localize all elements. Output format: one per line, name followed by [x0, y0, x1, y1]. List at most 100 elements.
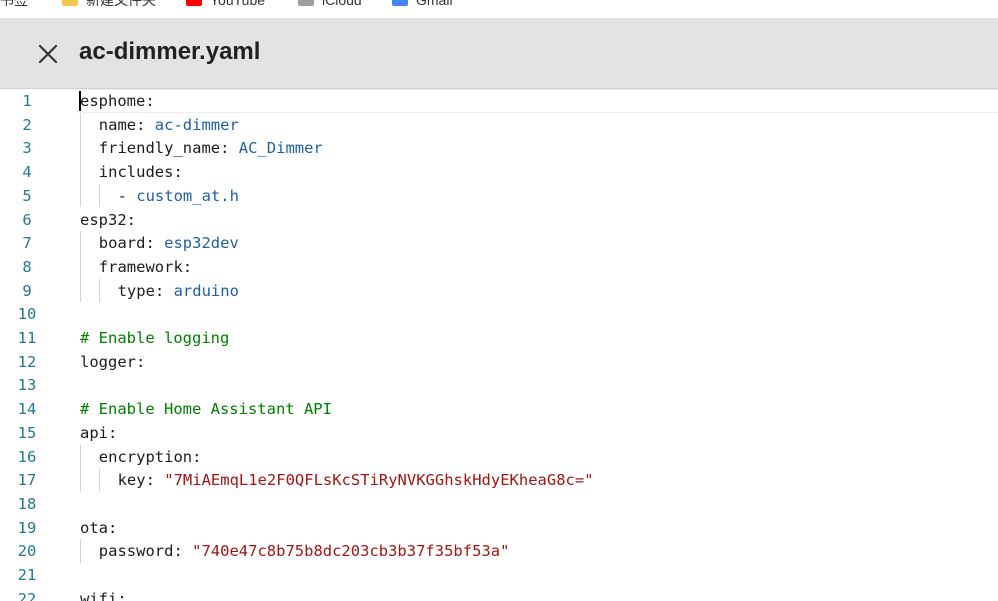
- line-content: includes:: [99, 160, 183, 184]
- yaml-key: friendly_name:: [98, 139, 239, 158]
- yaml-key: board:: [98, 234, 165, 253]
- yaml-key: esp32:: [80, 210, 136, 229]
- bookmark-item[interactable]: iCloud: [298, 0, 362, 9]
- yaml-key: name:: [98, 115, 155, 134]
- line-number: 12: [17, 352, 37, 371]
- code-line: 20 password: "740e47c8b75b8dc203cb3b37f35…: [0, 539, 998, 563]
- yaml-key: api:: [80, 423, 118, 442]
- line-number: 1: [22, 92, 32, 110]
- yaml-key: encryption:: [98, 447, 202, 466]
- line-number: 16: [17, 447, 37, 466]
- close-button[interactable]: [34, 40, 62, 68]
- bookmark-label: YouTube: [210, 0, 266, 8]
- indent-guide: [80, 444, 81, 469]
- code-line: 15 api:: [0, 421, 998, 445]
- code-line: 12 logger:: [0, 350, 998, 374]
- indent-guide: [98, 183, 100, 208]
- line-content: encryption:: [99, 445, 202, 469]
- line-content: board: esp32dev: [99, 231, 239, 255]
- indent-guide: [98, 468, 100, 492]
- code-line: 7 board: esp32dev: [0, 231, 998, 255]
- indent-guide: [80, 183, 81, 208]
- code-line: 8 framework:: [0, 255, 998, 279]
- line-number: 10: [17, 305, 37, 324]
- indent-guide: [80, 468, 81, 492]
- yaml-value: "7MiAEmqL1e2F0QFLsKcSTiRyNVKGGhskHdyEKhe…: [164, 471, 594, 490]
- code-line: 3 friendly_name: AC_Dimmer: [0, 136, 998, 160]
- line-number: 4: [22, 163, 32, 182]
- line-number: 3: [22, 139, 32, 158]
- editor-header: ac-dimmer.yaml: [0, 19, 998, 89]
- line-number: 8: [22, 257, 32, 276]
- line-number: 14: [17, 400, 37, 419]
- line-content: framework:: [99, 255, 192, 279]
- code-line: 17 key: "7MiAEmqL1e2F0QFLsKcSTiRyNVKGGhsk…: [0, 468, 998, 492]
- code-line: 5 - custom_at.h: [0, 184, 998, 208]
- code-line: 21: [0, 563, 998, 587]
- line-content: # Enable logging: [80, 326, 229, 350]
- bookmarks-bar: 书签 新建文件夹 YouTube iCloud Gmail: [0, 0, 998, 19]
- line-content: name: ac-dimmer: [99, 113, 239, 137]
- indent-guide: [80, 539, 81, 563]
- line-number: 11: [17, 329, 37, 347]
- code-line: 4 includes:: [0, 160, 998, 184]
- code-line: 10: [0, 302, 998, 326]
- yaml-key: logger:: [80, 352, 146, 371]
- bookmark-item[interactable]: Gmail: [392, 0, 453, 9]
- yaml-key: key:: [117, 471, 165, 490]
- bookmark-label: 新建文件夹: [86, 0, 156, 8]
- code-line: 22 wifi:: [0, 587, 998, 601]
- line-number: 5: [22, 186, 32, 205]
- yaml-key: type:: [117, 281, 174, 300]
- cloud-icon: [298, 0, 314, 6]
- line-content: ota:: [80, 516, 117, 540]
- line-number: 6: [22, 210, 32, 229]
- code-line: 19 ota:: [0, 516, 998, 540]
- yaml-value: AC_Dimmer: [238, 139, 323, 158]
- yaml-key: framework:: [98, 257, 193, 276]
- code-line: 16 encryption:: [0, 445, 998, 469]
- line-number: 19: [17, 518, 37, 537]
- line-content: api:: [80, 421, 117, 445]
- code-editor[interactable]: 1 esphome: 2 name: ac-dimmer 3 friendly_name:…: [0, 89, 998, 601]
- file-title: ac-dimmer.yaml: [79, 38, 261, 65]
- line-number: 18: [17, 494, 37, 513]
- indent-guide: [80, 136, 81, 161]
- indent-guide: [80, 160, 81, 184]
- line-number: 17: [17, 471, 37, 490]
- yaml-value: esp32dev: [164, 234, 239, 253]
- line-content: logger:: [80, 350, 145, 374]
- line-content: password: "740e47c8b75b8dc203cb3b37f35bf…: [99, 539, 510, 563]
- bookmark-label: iCloud: [322, 0, 362, 8]
- yaml-value: "740e47c8b75b8dc203cb3b37f35bf53a": [192, 542, 510, 561]
- google-icon: [392, 0, 408, 6]
- bookmark-item[interactable]: YouTube: [186, 0, 265, 9]
- bookmark-item[interactable]: 新建文件夹: [62, 0, 156, 9]
- yaml-value: ac-dimmer: [154, 115, 239, 134]
- code-line: 1 esphome:: [0, 89, 998, 113]
- indent-guide: [80, 231, 81, 255]
- yaml-key: ota:: [80, 518, 118, 537]
- line-number: 20: [17, 542, 37, 561]
- line-content: - custom_at.h: [118, 184, 239, 208]
- line-number: 9: [22, 281, 32, 300]
- yaml-key: -: [117, 186, 137, 205]
- yaml-key: password:: [98, 542, 193, 561]
- line-content: type: arduino: [118, 279, 239, 303]
- bookmark-label: 书签: [0, 0, 28, 8]
- youtube-icon: [186, 0, 202, 6]
- line-content: esp32:: [80, 208, 136, 232]
- yaml-value: arduino: [173, 281, 239, 300]
- line-content: friendly_name: AC_Dimmer: [99, 136, 323, 160]
- code-line: 13: [0, 373, 998, 397]
- close-icon: [38, 44, 58, 64]
- folder-icon: [62, 0, 78, 6]
- bookmark-item[interactable]: 书签: [0, 0, 28, 9]
- line-number: 7: [22, 234, 32, 253]
- code-line: 6 esp32:: [0, 208, 998, 232]
- line-content: # Enable Home Assistant API: [80, 397, 332, 421]
- code-line: 18: [0, 492, 998, 516]
- yaml-key: esphome:: [80, 92, 155, 110]
- line-number: 22: [17, 589, 37, 601]
- code-line: 14 # Enable Home Assistant API: [0, 397, 998, 421]
